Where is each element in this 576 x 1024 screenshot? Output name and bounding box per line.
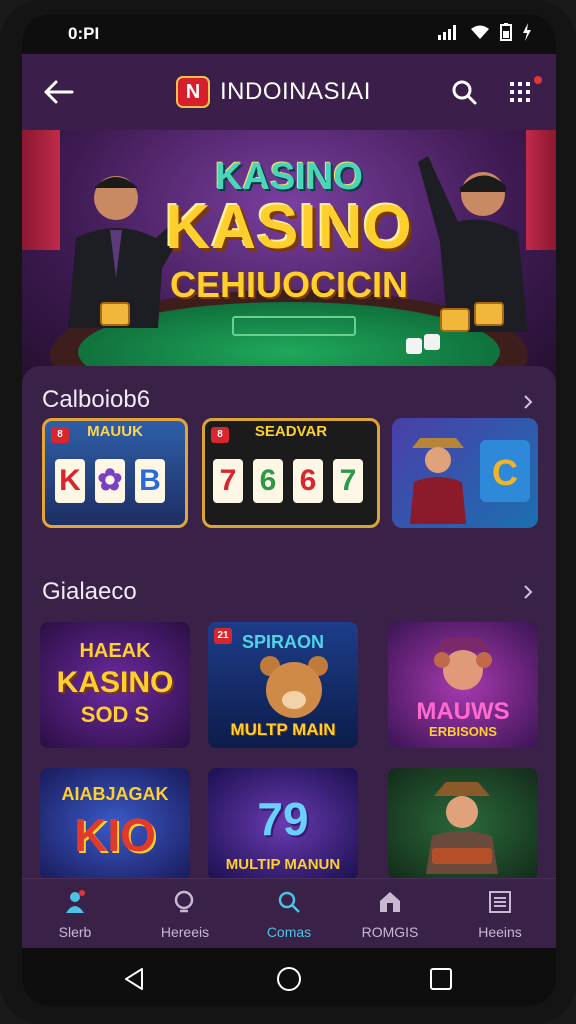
house-icon	[380, 892, 400, 912]
app-title-group: N INDOINASIAI	[176, 76, 371, 108]
nav-item-heeins[interactable]: Heeins	[460, 889, 540, 940]
game-title-line2: KASINO	[56, 666, 174, 699]
wifi-icon	[471, 25, 489, 39]
chip-stack-right-2	[474, 302, 504, 326]
game-card[interactable]	[388, 768, 538, 880]
bottom-navigation: Slerb Hereeis Comas ROMGIS Heeins	[22, 878, 556, 949]
magnifier-icon	[174, 890, 194, 913]
system-home-icon[interactable]	[276, 966, 302, 992]
game-title-line2: KIO	[74, 809, 156, 861]
game-title-line1: SPIRAON	[241, 632, 324, 652]
app-bar: N INDOINASIAI	[22, 54, 556, 130]
nav-label: ROMGIS	[361, 924, 419, 940]
bear-figure	[260, 656, 328, 718]
system-recents-icon[interactable]	[428, 966, 454, 992]
grid-menu-icon[interactable]	[508, 80, 536, 106]
hero-banner[interactable]: KASINO KASINO CEHIUOCICIN	[22, 130, 556, 380]
phone-frame: 0:PI N INDOINASIAI KASINO KASINO CEHIUOC…	[0, 0, 576, 1024]
nav-item-comas[interactable]: Comas	[249, 889, 329, 940]
notification-dot	[534, 76, 542, 84]
game-card[interactable]: 79 MULTIP MANUN	[208, 768, 358, 880]
section-title-featured: Calboiob6	[42, 386, 151, 413]
felt-marking	[232, 316, 356, 336]
game-title-line3: SOD S	[80, 702, 150, 727]
game-card[interactable]: MAUWS ERBISONS	[388, 622, 538, 748]
battery-icon	[500, 23, 512, 41]
chip-stack-right	[440, 308, 470, 332]
cowboy-figure	[410, 438, 466, 524]
game-card[interactable]: 21 SPIRAON MULTP MAIN	[208, 622, 358, 748]
reel: 6	[293, 459, 323, 503]
nav-label: Slerb	[58, 924, 92, 940]
nav-item-slerb[interactable]: Slerb	[35, 889, 115, 940]
character-figure	[434, 638, 492, 690]
game-title-line1: HAEAK	[79, 640, 151, 662]
reel: B	[135, 459, 165, 503]
charging-icon	[523, 23, 531, 41]
hero-subtitle: CEHIUOCICIN	[169, 264, 408, 305]
game-card[interactable]: HAEAK KASINO SOD S	[40, 622, 190, 748]
game-title-line3: MULTIP MANUN	[225, 856, 341, 873]
app-title: INDOINASIAI	[220, 78, 371, 105]
card-title: MAUUK	[87, 423, 143, 440]
dice	[406, 338, 422, 354]
reel: ✿	[95, 459, 125, 503]
reel: 7	[213, 459, 243, 503]
nav-item-hereeis[interactable]: Hereeis	[145, 889, 225, 940]
player-figure	[426, 782, 498, 874]
person-icon	[66, 890, 85, 913]
status-bar: 0:PI	[22, 14, 556, 54]
system-nav-bar	[22, 948, 556, 1006]
status-time: 0:PI	[68, 24, 100, 43]
game-title-line2: MAUWS	[416, 698, 510, 725]
card-title: SEADVAR	[254, 423, 328, 440]
card-letter: C	[492, 452, 518, 493]
app-logo: N	[176, 76, 210, 108]
reel: 6	[253, 459, 283, 503]
game-title-line1: AIABJAGAK	[61, 784, 169, 804]
list-icon	[489, 891, 511, 913]
game-title-line3: MULTP MAIN	[230, 720, 336, 739]
carousel-card[interactable]: C	[392, 418, 538, 528]
nav-label: Heeins	[478, 924, 522, 940]
game-card[interactable]: AIABJAGAK KIO	[40, 768, 190, 880]
carousel-card[interactable]: 8 SEADVAR 7 6 6 7	[202, 418, 380, 528]
screen: 0:PI N INDOINASIAI KASINO KASINO CEHIUOC…	[22, 14, 556, 1006]
dice	[424, 334, 440, 350]
system-back-icon[interactable]	[122, 966, 148, 992]
nav-label: Comas	[266, 924, 312, 940]
game-title-line3: ERBISONS	[429, 724, 497, 739]
nav-item-romgis[interactable]: ROMGIS	[350, 889, 430, 940]
section-title-games: Gialaeco	[42, 578, 137, 605]
reel: 7	[333, 459, 363, 503]
carousel-card[interactable]: 8 MAUUK K ✿ B	[42, 418, 188, 528]
status-icons	[438, 23, 532, 41]
chip-stack-left	[100, 302, 130, 326]
nav-label: Hereeis	[160, 924, 210, 940]
chevron-right-icon[interactable]	[520, 584, 536, 600]
chevron-right-icon[interactable]	[520, 394, 536, 410]
back-arrow-icon[interactable]	[42, 78, 74, 106]
hero-title: KASINO	[165, 193, 413, 262]
game-title-line2: 79	[257, 793, 309, 845]
search-icon	[278, 891, 300, 913]
search-icon[interactable]	[450, 78, 478, 106]
signal-icon	[438, 25, 456, 40]
reel: K	[55, 459, 85, 503]
